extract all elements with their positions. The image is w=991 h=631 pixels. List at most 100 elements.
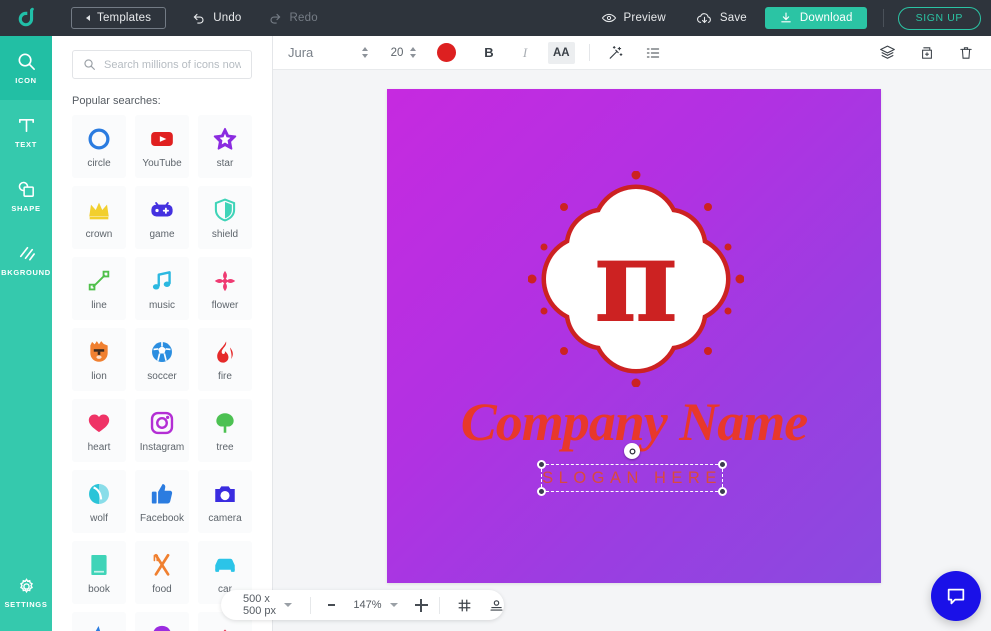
icon-cell-facebook[interactable]: Facebook <box>135 470 189 533</box>
icon-cell-label: book <box>88 583 110 595</box>
gamepad-icon <box>149 196 175 224</box>
sign-up-label: SIGN UP <box>915 12 963 24</box>
icon-cell-label: line <box>91 299 107 311</box>
resize-handle-bottom-right[interactable] <box>718 487 727 496</box>
icon-cell-lion[interactable]: lion <box>72 328 126 391</box>
selection-box[interactable] <box>537 443 727 496</box>
sidebar-item-icon-label: ICON <box>15 76 37 85</box>
resize-handle-top-right[interactable] <box>718 460 727 469</box>
icon-cell-soccer[interactable]: soccer <box>135 328 189 391</box>
templates-button[interactable]: Templates <box>71 7 167 29</box>
canvas-size-chevron-down-icon[interactable] <box>284 603 293 607</box>
resize-handle-bottom-left[interactable] <box>537 487 546 496</box>
left-rail: ICON TEXT SHAPE BKGROUND SETTINGS <box>0 36 52 631</box>
align-baseline-icon[interactable] <box>489 598 504 613</box>
zoom-out-button[interactable] <box>327 604 336 606</box>
icon-cell-crown[interactable]: crown <box>72 186 126 249</box>
cloud-save-icon <box>696 10 713 27</box>
icon-cell-line[interactable]: line <box>72 257 126 320</box>
trash-icon[interactable] <box>954 42 978 64</box>
icon-cell-music[interactable]: music <box>135 257 189 320</box>
text-t-icon <box>16 115 37 136</box>
italic-button[interactable]: I <box>514 42 536 64</box>
search-container <box>52 36 272 79</box>
icon-cell-heart[interactable]: heart <box>72 399 126 462</box>
zoom-chevron-down-icon[interactable] <box>389 603 398 607</box>
music-note-icon <box>149 267 175 295</box>
soccer-ball-icon <box>149 338 175 366</box>
rail-bottom-group: SETTINGS <box>0 561 52 625</box>
redo-icon <box>268 11 283 26</box>
chat-bubble-button[interactable] <box>931 571 981 621</box>
icon-cell-label: shield <box>211 228 239 240</box>
sidebar-item-shape[interactable]: SHAPE <box>0 164 52 228</box>
sidebar-item-bkground[interactable]: BKGROUND <box>0 228 52 292</box>
resize-handle-top-left[interactable] <box>537 460 546 469</box>
icon-cell-shield[interactable]: shield <box>198 186 252 249</box>
search-input[interactable] <box>104 58 241 71</box>
icon-cell-label: circle <box>87 157 111 169</box>
list-align-icon[interactable] <box>641 42 665 64</box>
magic-wand-icon[interactable] <box>603 42 627 64</box>
save-button[interactable]: Save <box>696 0 747 36</box>
icon-cell-label: Facebook <box>140 512 184 524</box>
sidebar-item-settings[interactable]: SETTINGS <box>0 561 52 625</box>
icon-cell-label: wolf <box>90 512 108 524</box>
icon-cell-book[interactable]: book <box>72 541 126 604</box>
dog-icon <box>86 622 112 631</box>
preview-button[interactable]: Preview <box>601 0 666 36</box>
icon-cell-game[interactable]: game <box>135 186 189 249</box>
search-box[interactable] <box>72 50 252 79</box>
icon-cell-fire[interactable]: fire <box>198 328 252 391</box>
font-family-select[interactable]: Jura <box>288 45 360 60</box>
zoom-level-value[interactable]: 147% <box>353 599 381 611</box>
icon-cell-label: food <box>152 583 172 595</box>
icon-cell-flower[interactable]: flower <box>198 257 252 320</box>
flower-pi-logo-icon[interactable]: π <box>527 170 745 388</box>
icon-cell-label: YouTube <box>142 157 182 169</box>
sidebar-item-text[interactable]: TEXT <box>0 100 52 164</box>
icon-cell-food[interactable]: food <box>135 541 189 604</box>
undo-button[interactable]: Undo <box>191 0 241 36</box>
rotate-handle[interactable] <box>624 443 640 459</box>
bold-button[interactable]: B <box>478 42 500 64</box>
design-canvas[interactable]: π Company Name SLOGAN HERE <box>387 89 881 583</box>
logo-pi-symbol: π <box>594 213 679 349</box>
sidebar-item-icon[interactable]: ICON <box>0 36 52 100</box>
line-node-icon <box>86 267 112 295</box>
font-size-value[interactable]: 20 <box>386 47 408 59</box>
icon-cell-wolf[interactable]: wolf <box>72 470 126 533</box>
duplicate-icon[interactable] <box>915 42 939 64</box>
font-family-stepper[interactable] <box>360 47 369 58</box>
app-logo-icon[interactable] <box>0 0 52 36</box>
chat-bubble-icon <box>945 585 967 607</box>
canvas-stage[interactable]: π Company Name SLOGAN HERE <box>273 70 991 631</box>
layers-icon[interactable] <box>875 42 900 64</box>
book-icon <box>86 551 112 579</box>
shapes-icon <box>16 179 37 200</box>
icon-cell-instagram[interactable]: Instagram <box>135 399 189 462</box>
top-bar-right-group: Preview Save Download SIGN UP <box>601 0 991 36</box>
icon-cell-label: fire <box>218 370 232 382</box>
icon-cell-youtube[interactable]: YouTube <box>135 115 189 178</box>
eagle-icon <box>212 622 238 631</box>
icon-cell-circle[interactable]: circle <box>72 115 126 178</box>
grid-icon[interactable] <box>457 598 472 613</box>
icon-cell-camera[interactable]: camera <box>198 470 252 533</box>
icon-cell-star[interactable]: star <box>198 115 252 178</box>
redo-button[interactable]: Redo <box>268 0 318 36</box>
car-icon <box>212 551 238 579</box>
icon-cell-tree[interactable]: tree <box>198 399 252 462</box>
editor-toolbar-right <box>875 42 978 64</box>
text-color-swatch[interactable] <box>437 43 456 62</box>
font-size-stepper[interactable] <box>408 47 417 58</box>
canvas-size-value[interactable]: 500 x 500 px <box>243 593 276 617</box>
text-case-button[interactable]: AA <box>548 41 575 64</box>
zoom-in-button[interactable] <box>414 598 428 612</box>
sign-up-button[interactable]: SIGN UP <box>897 6 981 30</box>
fire-icon <box>212 338 238 366</box>
icon-cell-skull[interactable]: skull <box>135 612 189 631</box>
icon-cell-dog[interactable]: dog <box>72 612 126 631</box>
download-button[interactable]: Download <box>764 7 867 29</box>
canvas-status-bar: 500 x 500 px 147% <box>221 590 504 620</box>
